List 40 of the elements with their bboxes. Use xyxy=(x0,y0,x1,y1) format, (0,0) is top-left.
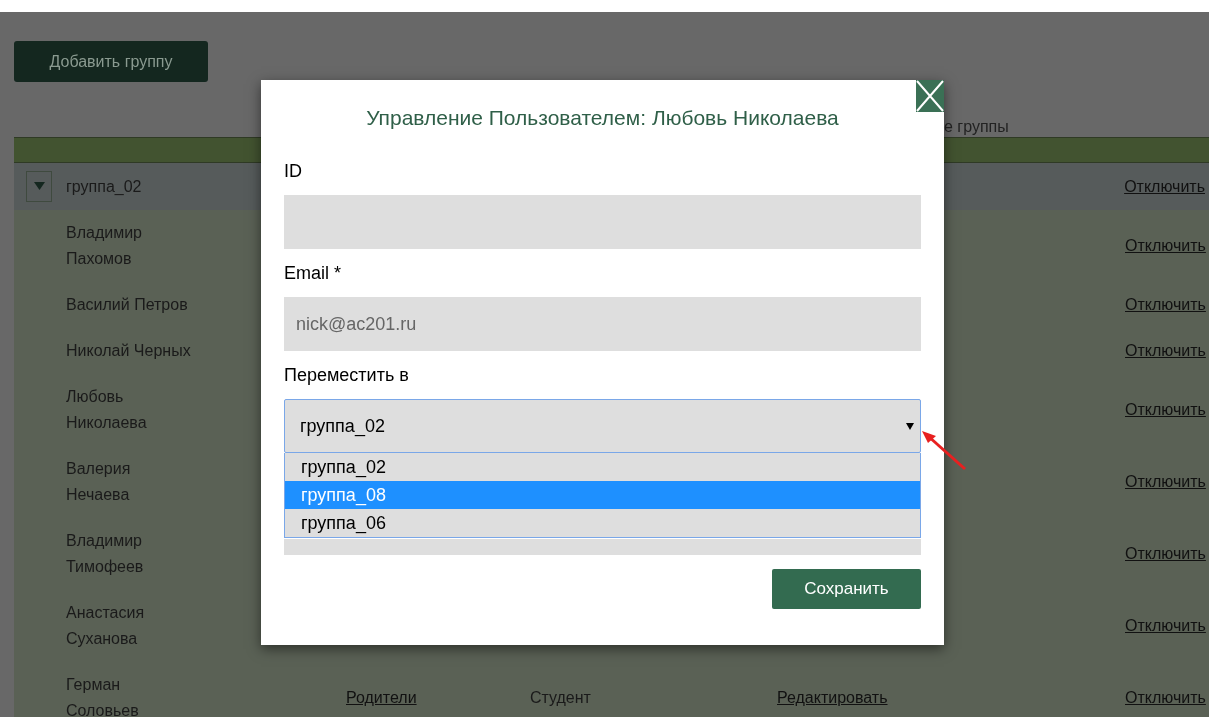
disable-link[interactable]: Отключить xyxy=(1125,234,1206,258)
dropdown-option[interactable]: группа_02 xyxy=(285,453,920,481)
disable-link[interactable]: Отключить xyxy=(1124,174,1205,199)
down-triangle-icon xyxy=(33,182,45,191)
disable-link[interactable]: Отключить xyxy=(1125,398,1206,422)
edit-link[interactable]: Редактировать xyxy=(777,689,888,706)
input-field[interactable] xyxy=(284,195,921,249)
disable-link[interactable]: Отключить xyxy=(1125,339,1206,363)
member-name: Любовь Николаева xyxy=(66,387,148,433)
disable-link[interactable]: Отключить xyxy=(1125,470,1206,494)
expand-toggle[interactable] xyxy=(26,171,52,202)
member-name: Василий Петров xyxy=(66,295,189,315)
select-field[interactable]: группа_02 xyxy=(284,399,921,453)
member-name: Николай Черных xyxy=(66,341,191,361)
member-name: Анастасия Суханова xyxy=(66,603,146,649)
input-field[interactable]: nick@ac201.ru xyxy=(284,297,921,351)
field-label: Переместить в xyxy=(284,364,409,387)
parents-link[interactable]: Родители xyxy=(346,689,417,706)
disable-link[interactable]: Отключить xyxy=(1125,542,1206,566)
field-label: ID xyxy=(284,160,302,183)
member-name: Валерия Нечаева xyxy=(66,459,132,505)
disable-link[interactable]: Отключить xyxy=(1125,293,1206,317)
group-name: группа_02 xyxy=(66,176,142,197)
field-label: Email * xyxy=(284,262,341,285)
column-header: е группы xyxy=(944,117,1009,137)
dropdown-option[interactable]: группа_06 xyxy=(285,509,920,537)
add-group-button[interactable]: Добавить группу xyxy=(14,41,208,82)
member-name: Владимир Тимофеев xyxy=(66,531,145,577)
member-name: Владимир Пахомов xyxy=(66,223,143,269)
dropdown-option[interactable]: группа_08 xyxy=(285,481,920,509)
close-button[interactable] xyxy=(916,80,944,112)
save-button[interactable]: Сохранить xyxy=(772,569,921,609)
arrow-annotation-icon xyxy=(920,428,968,472)
member-name: Герман Соловьев xyxy=(66,675,140,717)
role-text: Студент xyxy=(530,689,591,706)
input-field[interactable] xyxy=(284,539,921,555)
disable-link[interactable]: Отключить xyxy=(1125,614,1206,638)
disable-link[interactable]: Отключить xyxy=(1125,686,1206,710)
dropdown-caret-icon xyxy=(906,422,914,430)
modal-title: Управление Пользователем: Любовь Николаева xyxy=(365,105,840,131)
